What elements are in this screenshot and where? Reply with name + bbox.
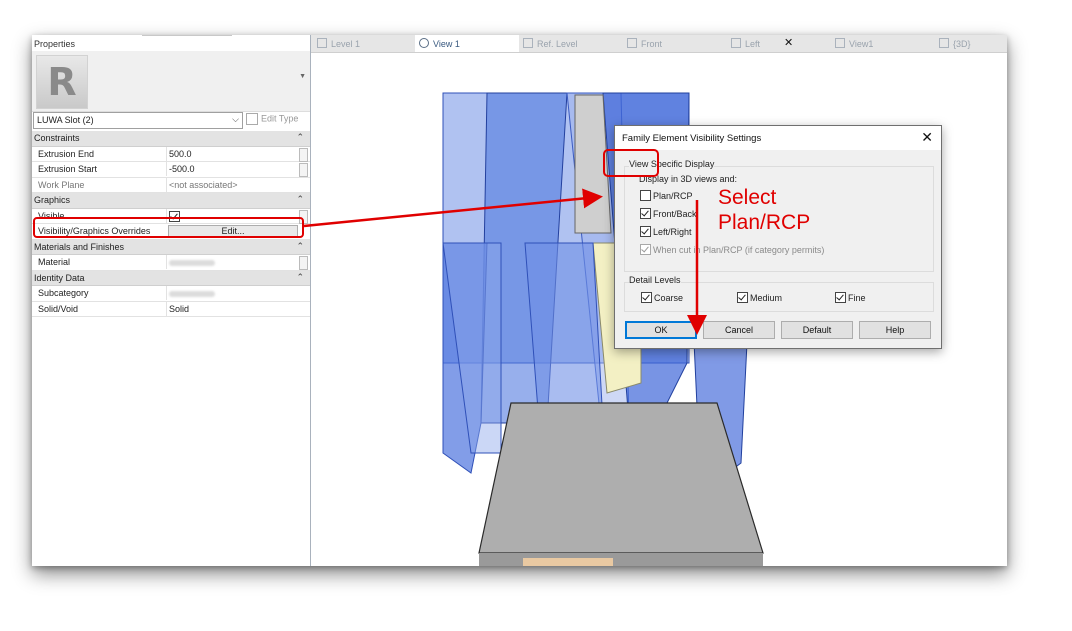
category-label: Materials and Finishes <box>34 241 125 252</box>
preview-dropdown-icon[interactable]: ▼ <box>299 73 306 80</box>
param-value[interactable]: -500.0 <box>166 162 301 176</box>
revit-logo-icon: R <box>36 55 88 109</box>
plan-view-icon <box>523 38 533 48</box>
collapse-icon[interactable]: ⌃ <box>296 194 304 205</box>
category-constraints[interactable]: Constraints ⌃ <box>32 131 310 147</box>
elevation-view-icon <box>731 38 741 48</box>
param-row-extrusion-start[interactable]: Extrusion Start -500.0 <box>32 162 310 178</box>
param-row-work-plane: Work Plane <not associated> <box>32 177 310 193</box>
param-row-material[interactable]: Material <box>32 255 310 271</box>
param-value-blurred[interactable] <box>166 286 301 300</box>
tab-view-1[interactable]: View 1 <box>415 35 519 52</box>
param-name: Subcategory <box>38 288 89 298</box>
type-preview: R ▼ <box>32 51 310 112</box>
edit-type-label: Edit Type <box>261 113 299 124</box>
tab-3d[interactable]: {3D} <box>939 38 971 49</box>
tab-left[interactable]: Left <box>731 38 760 49</box>
view-tab-bar: Level 1 View 1 Ref. Level Front Left Vie… <box>311 35 1007 53</box>
tab-ref-level[interactable]: Ref. Level <box>523 38 578 49</box>
front-back-checkbox[interactable] <box>640 208 651 219</box>
medium-checkbox[interactable] <box>737 292 748 303</box>
plan-rcp-checkbox[interactable] <box>640 190 651 201</box>
annotation-line-2: Plan/RCP <box>718 211 811 234</box>
category-label: Identity Data <box>34 272 85 283</box>
param-row-solid-void[interactable]: Solid/Void Solid <box>32 301 310 317</box>
associate-parameter-button[interactable] <box>299 256 308 270</box>
3d-view-icon <box>835 38 845 48</box>
coarse-option[interactable]: Coarse <box>641 292 683 303</box>
dialog-title: Family Element Visibility Settings <box>622 133 762 144</box>
param-value-blurred[interactable] <box>166 255 301 269</box>
group-label: Detail Levels <box>629 275 681 285</box>
param-name: Material <box>38 257 71 267</box>
front-back-option[interactable]: Front/Back <box>640 208 697 219</box>
coarse-checkbox[interactable] <box>641 292 652 303</box>
collapse-icon[interactable]: ⌃ <box>296 132 304 143</box>
when-cut-checkbox <box>640 244 651 255</box>
edit-type-button[interactable]: Edit Type <box>246 113 298 125</box>
plan-rcp-option[interactable]: Plan/RCP <box>640 190 693 201</box>
category-materials[interactable]: Materials and Finishes ⌃ <box>32 239 310 255</box>
category-identity-data[interactable]: Identity Data ⌃ <box>32 270 310 286</box>
divider <box>142 35 232 36</box>
fine-option[interactable]: Fine <box>835 292 866 303</box>
edit-type-icon <box>246 113 258 125</box>
default-button[interactable]: Default <box>781 321 853 339</box>
close-icon[interactable]: ✕ <box>921 129 933 146</box>
param-row-subcategory[interactable]: Subcategory <box>32 286 310 302</box>
tab-level-1[interactable]: Level 1 <box>317 38 360 49</box>
collapse-icon[interactable]: ⌃ <box>296 241 304 252</box>
3d-view-icon <box>939 38 949 48</box>
ok-button[interactable]: OK <box>625 321 697 339</box>
collapse-icon[interactable]: ⌃ <box>296 272 304 283</box>
category-label: Graphics <box>34 195 71 205</box>
dialog-title-bar: Family Element Visibility Settings ✕ <box>615 126 941 150</box>
chevron-down-icon[interactable]: ⌵ <box>232 114 239 125</box>
highlight-box-plan-rcp <box>603 149 659 177</box>
cancel-button[interactable]: Cancel <box>703 321 775 339</box>
highlight-box-overrides <box>33 217 304 238</box>
left-right-checkbox[interactable] <box>640 226 651 237</box>
close-tab-icon[interactable]: ✕ <box>784 36 793 49</box>
param-name: Extrusion Start <box>38 164 98 174</box>
tab-front[interactable]: Front <box>627 38 662 49</box>
param-name: Extrusion End <box>38 148 95 159</box>
left-right-option[interactable]: Left/Right <box>640 226 692 237</box>
param-name: Work Plane <box>38 179 85 190</box>
category-graphics[interactable]: Graphics ⌃ <box>32 193 310 209</box>
help-button[interactable]: Help <box>859 321 931 339</box>
type-selector[interactable]: LUWA Slot (2) ⌵ <box>33 112 243 129</box>
param-value[interactable]: Solid <box>166 301 301 316</box>
3d-view-icon <box>419 38 429 48</box>
associate-parameter-button[interactable] <box>299 147 308 162</box>
fine-checkbox[interactable] <box>835 292 846 303</box>
param-value[interactable]: 500.0 <box>166 146 301 161</box>
visibility-settings-dialog: Family Element Visibility Settings ✕ Vie… <box>614 125 942 349</box>
instruction-annotation: Select Plan/RCP <box>718 185 810 235</box>
panel-title: Properties <box>34 39 76 49</box>
annotation-line-1: Select <box>718 186 777 209</box>
properties-panel: Properties R ▼ LUWA Slot (2) ⌵ Edit Type… <box>32 35 311 566</box>
medium-option[interactable]: Medium <box>737 292 782 303</box>
param-row-extrusion-end[interactable]: Extrusion End 500.0 <box>32 146 310 162</box>
category-label: Constraints <box>34 133 80 143</box>
plan-view-icon <box>317 38 327 48</box>
when-cut-option: When cut in Plan/RCP (if category permit… <box>640 244 824 255</box>
param-value: <not associated> <box>166 177 301 192</box>
screenshot-frame: Properties R ▼ LUWA Slot (2) ⌵ Edit Type… <box>32 35 1007 566</box>
elevation-view-icon <box>627 38 637 48</box>
param-name: Solid/Void <box>38 303 79 314</box>
type-selector-value: LUWA Slot (2) <box>37 115 94 125</box>
associate-parameter-button[interactable] <box>299 163 308 177</box>
tab-view1[interactable]: View1 <box>835 38 873 49</box>
